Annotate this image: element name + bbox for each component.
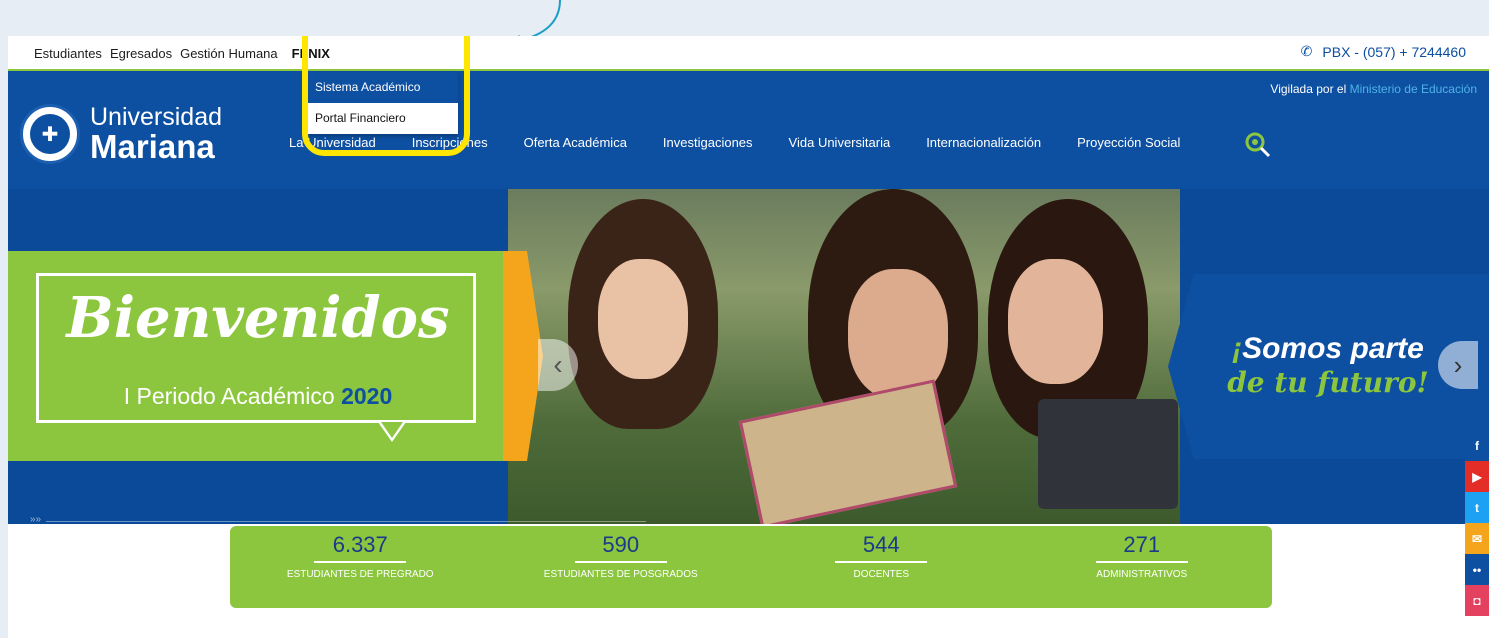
youtube-icon[interactable]: ▶ [1465,461,1489,492]
vigilada-notice: Vigilada por el Ministerio de Educación [1270,82,1477,96]
banner-title: Bienvenidos [66,285,450,351]
top-links: Estudiantes Egresados Gestión Humana FÉN… [8,46,330,61]
social-sidebar: f ▶ t ✉ •• ◘ [1465,430,1489,616]
slogan-text: ¡Somos parte de tu futuro! [1227,332,1429,399]
university-logo[interactable]: ✚ Universidad Mariana [20,104,222,164]
phone-number: PBX - (057) + 7244460 [1322,43,1466,60]
nav-item-proyeccion-social[interactable]: Proyección Social [1077,135,1180,150]
top-link-egresados[interactable]: Egresados [110,46,172,61]
instagram-icon[interactable]: ◘ [1465,585,1489,616]
students-photo [508,189,1180,524]
logo-seal-icon: ✚ [20,104,80,164]
stat-item: 590 ESTUDIANTES DE POSGRADOS [491,526,752,608]
phone-contact: ✆ PBX - (057) + 7244460 [1301,43,1466,60]
highlight-annotation [302,36,470,156]
stat-value: 590 [602,532,640,557]
phone-icon: ✆ [1300,43,1313,59]
slider-progress-bar [46,521,646,522]
slider-progress-icon: »» [30,514,42,524]
facebook-icon[interactable]: f [1465,430,1489,461]
top-link-estudiantes[interactable]: Estudiantes [34,46,102,61]
stat-item: 271 ADMINISTRATIVOS [1012,526,1273,608]
stat-label: DOCENTES [853,569,910,580]
hero-banner: Bienvenidos I Periodo Académico 2020 ¡So… [8,189,1489,524]
twitter-icon[interactable]: t [1465,492,1489,523]
flickr-icon[interactable]: •• [1465,554,1489,585]
logo-line1: Universidad [90,103,223,131]
stat-value: 6.337 [332,532,388,557]
site-header: ✚ Universidad Mariana Vigilada por el Mi… [8,71,1489,189]
logo-line2: Mariana [90,128,215,165]
nav-item-internacionalizacion[interactable]: Internacionalización [926,135,1041,150]
top-bar: Estudiantes Egresados Gestión Humana FÉN… [8,36,1489,70]
nav-item-vida-universitaria[interactable]: Vida Universitaria [789,135,891,150]
top-link-gestion-humana[interactable]: Gestión Humana [180,46,278,61]
nav-item-oferta-academica[interactable]: Oferta Académica [524,135,627,150]
vigilada-prefix: Vigilada por el [1270,82,1347,96]
ministry-link[interactable]: Ministerio de Educación [1350,82,1477,96]
stat-label: ADMINISTRATIVOS [1096,569,1188,580]
stat-label: ESTUDIANTES DE POSGRADOS [543,569,698,580]
search-icon[interactable] [1244,131,1272,159]
slider-next-icon[interactable]: › [1438,341,1478,389]
stat-label: ESTUDIANTES DE PREGRADO [286,569,434,580]
stats-bar: 6.337 ESTUDIANTES DE PREGRADO 590 ESTUDI… [230,526,1272,608]
stat-item: 544 DOCENTES [751,526,1012,608]
stat-item: 6.337 ESTUDIANTES DE PREGRADO [230,526,491,608]
nav-item-investigaciones[interactable]: Investigaciones [663,135,753,150]
banner-subtitle: I Periodo Académico 2020 [123,383,393,409]
website-page: Estudiantes Egresados Gestión Humana FÉN… [8,36,1489,638]
email-icon[interactable]: ✉ [1465,523,1489,554]
stat-value: 544 [862,532,900,557]
stat-value: 271 [1123,532,1161,557]
